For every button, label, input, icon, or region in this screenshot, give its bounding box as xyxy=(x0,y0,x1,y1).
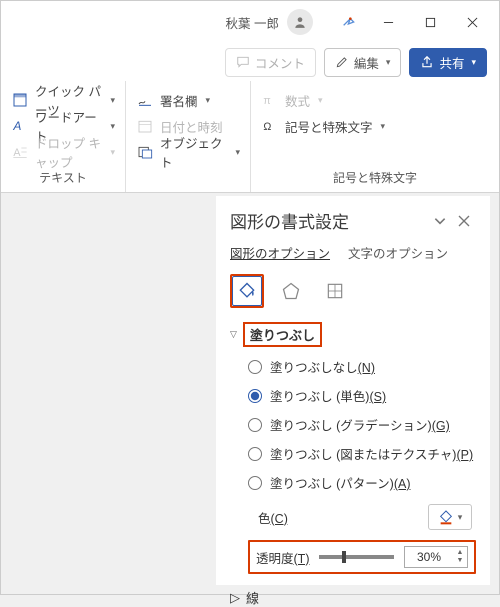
radio-no-fill[interactable]: 塗りつぶしなし(N) xyxy=(248,357,476,376)
dropcap-icon: A xyxy=(11,143,29,161)
equation-button: π 数式▾ xyxy=(261,87,489,113)
fill-section: ▽ 塗りつぶし 塗りつぶしなし(N) 塗りつぶし (単色)(S) 塗りつぶし (… xyxy=(230,322,476,574)
color-row: 色(C) ▾ xyxy=(258,504,476,530)
svg-text:π: π xyxy=(263,95,270,107)
color-label: 色(C) xyxy=(258,508,288,527)
spinner-down-icon: ▼ xyxy=(457,557,464,565)
fill-section-header[interactable]: ▽ 塗りつぶし xyxy=(230,322,476,347)
tab-text-options[interactable]: 文字のオプション xyxy=(348,243,448,262)
edit-button[interactable]: 編集 ▾ xyxy=(324,48,402,77)
wordart-icon: A xyxy=(11,117,29,135)
chevron-down-icon: ▾ xyxy=(458,512,463,523)
share-button[interactable]: 共有 ▾ xyxy=(409,48,487,77)
close-button[interactable] xyxy=(453,4,491,40)
minimize-button[interactable] xyxy=(369,4,407,40)
radio-picture-fill[interactable]: 塗りつぶし (図またはテクスチャ)(P) xyxy=(248,444,476,463)
titlebar: 秋葉 一郎 xyxy=(1,1,499,43)
paint-bucket-icon xyxy=(438,509,454,525)
quick-parts-icon xyxy=(11,91,29,109)
format-shape-pane: 図形の書式設定 図形のオプション 文字のオプション ▽ 塗りつぶし 塗りつぶしな… xyxy=(216,196,490,585)
paint-bucket-icon xyxy=(237,281,257,301)
tab-shape-options[interactable]: 図形のオプション xyxy=(230,243,330,262)
datetime-icon xyxy=(136,117,154,135)
username: 秋葉 一郎 xyxy=(226,13,279,32)
size-icon xyxy=(325,281,345,301)
symbol-button[interactable]: Ω 記号と特殊文字▾ xyxy=(261,113,489,139)
comment-icon xyxy=(236,55,250,69)
quick-actions: コメント 編集 ▾ 共有 ▾ xyxy=(1,43,499,81)
svg-text:Ω: Ω xyxy=(263,121,271,133)
signature-icon xyxy=(136,91,154,109)
fill-line-tab[interactable] xyxy=(230,274,264,308)
chevron-down-icon: ▾ xyxy=(386,57,391,68)
fill-options: 塗りつぶしなし(N) 塗りつぶし (単色)(S) 塗りつぶし (グラデーション)… xyxy=(248,357,476,492)
spinner-up-icon: ▲ xyxy=(457,549,464,557)
expand-icon: ▽ xyxy=(230,329,237,340)
diagnostic-icon[interactable] xyxy=(329,4,365,40)
equation-icon: π xyxy=(261,91,279,109)
pane-subtabs: 図形のオプション 文字のオプション xyxy=(230,243,476,262)
object-button[interactable]: オブジェクト▾ xyxy=(136,139,240,165)
color-picker-button[interactable]: ▾ xyxy=(428,504,472,530)
group-label: 記号と特殊文字 xyxy=(261,165,489,188)
svg-text:A: A xyxy=(12,119,21,133)
transparency-spinner[interactable]: 30% ▲▼ xyxy=(404,546,468,568)
ribbon-group-symbols: π 数式▾ Ω 記号と特殊文字▾ 記号と特殊文字 xyxy=(251,81,499,192)
effects-tab[interactable] xyxy=(274,274,308,308)
collapse-button[interactable] xyxy=(428,209,452,233)
signature-button[interactable]: 署名欄▾ xyxy=(136,87,240,113)
pentagon-icon xyxy=(281,281,301,301)
ribbon-group-insert: 署名欄▾ 日付と時刻 オブジェクト▾ xyxy=(126,81,251,192)
maximize-button[interactable] xyxy=(411,4,449,40)
radio-pattern-fill[interactable]: 塗りつぶし (パターン)(A) xyxy=(248,473,476,492)
avatar[interactable] xyxy=(287,9,313,35)
line-section-header[interactable]: ▷ 線 xyxy=(230,588,476,607)
symbol-icon: Ω xyxy=(261,117,279,135)
dropcap-button: A ドロップ キャップ▾ xyxy=(11,139,115,165)
property-tabs xyxy=(230,274,476,308)
share-icon xyxy=(420,55,434,69)
pane-title: 図形の書式設定 xyxy=(230,208,428,233)
comment-button[interactable]: コメント xyxy=(225,48,316,77)
size-tab[interactable] xyxy=(318,274,352,308)
radio-gradient-fill[interactable]: 塗りつぶし (グラデーション)(G) xyxy=(248,415,476,434)
transparency-label: 透明度(T) xyxy=(256,548,309,567)
transparency-row: 透明度(T) 30% ▲▼ xyxy=(248,540,476,574)
ribbon-group-text: クイック パーツ▾ A ワードアート▾ A ドロップ キャップ▾ テキスト xyxy=(1,81,126,192)
ribbon: クイック パーツ▾ A ワードアート▾ A ドロップ キャップ▾ テキスト 署名… xyxy=(1,81,499,193)
transparency-slider[interactable] xyxy=(319,555,394,559)
collapse-icon: ▷ xyxy=(230,590,240,606)
pencil-icon xyxy=(335,55,349,69)
radio-solid-fill[interactable]: 塗りつぶし (単色)(S) xyxy=(248,386,476,405)
person-icon xyxy=(293,15,307,29)
chevron-down-icon: ▾ xyxy=(471,57,476,68)
close-pane-button[interactable] xyxy=(452,209,476,233)
object-icon xyxy=(136,143,154,161)
